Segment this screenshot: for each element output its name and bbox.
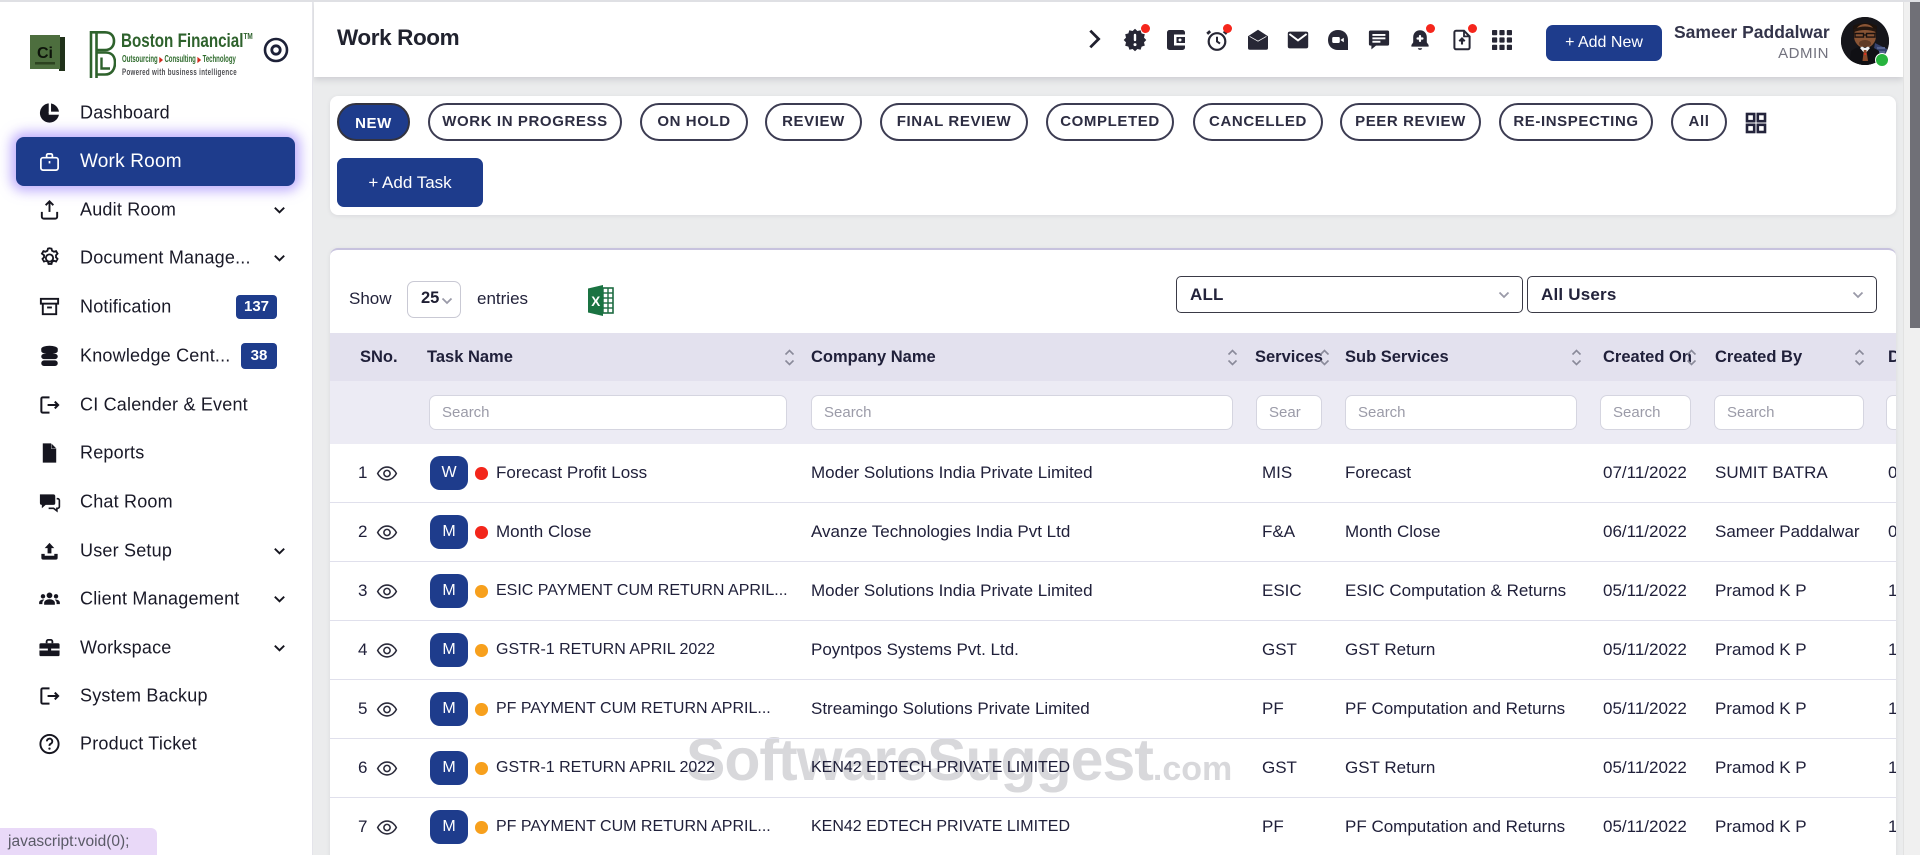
svg-text:Ci: Ci xyxy=(37,45,53,62)
svg-text:X: X xyxy=(591,294,600,309)
